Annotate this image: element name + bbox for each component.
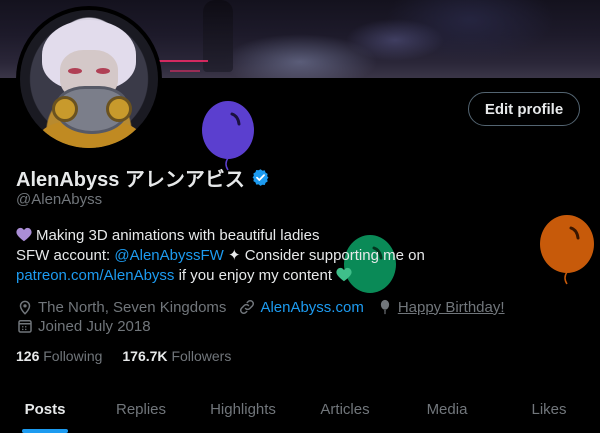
sfw-account-link[interactable]: @AlenAbyssFW bbox=[114, 247, 223, 264]
profile-avatar[interactable] bbox=[16, 6, 162, 152]
profile-bio: Making 3D animations with beautiful ladi… bbox=[16, 226, 486, 286]
avatar-eye bbox=[96, 68, 110, 74]
location-item: The North, Seven Kingdoms bbox=[16, 298, 226, 316]
banner-neon-line bbox=[170, 70, 200, 72]
profile-joined-row: Joined July 2018 bbox=[16, 317, 163, 335]
balloon-purple-icon bbox=[202, 101, 254, 171]
display-name: AlenAbyss アレンアビス bbox=[16, 169, 245, 191]
verified-badge-icon[interactable] bbox=[251, 168, 270, 187]
tab-likes[interactable]: Likes bbox=[498, 392, 600, 433]
user-handle: @AlenAbyss bbox=[16, 191, 103, 208]
tab-media[interactable]: Media bbox=[396, 392, 498, 433]
followers-stat[interactable]: 176.7K Followers bbox=[122, 348, 231, 364]
bio-line: SFW account: @AlenAbyssFW ✦ Consider sup… bbox=[16, 246, 486, 266]
birthday-item[interactable]: Happy Birthday! bbox=[376, 298, 505, 316]
profile-meta-row: The North, Seven Kingdoms AlenAbyss.com … bbox=[16, 298, 517, 316]
link-icon bbox=[240, 299, 255, 315]
following-count: 126 bbox=[16, 348, 40, 364]
bio-text: SFW account: bbox=[16, 247, 115, 264]
birthday-link[interactable]: Happy Birthday! bbox=[398, 299, 505, 316]
joined-text: Joined July 2018 bbox=[38, 317, 151, 335]
avatar-mask-filter bbox=[106, 96, 132, 122]
location-text: The North, Seven Kingdoms bbox=[38, 298, 227, 316]
profile-tabs: Posts Replies Highlights Articles Media … bbox=[0, 392, 600, 433]
bio-line: Making 3D animations with beautiful ladi… bbox=[16, 226, 486, 246]
tab-articles[interactable]: Articles bbox=[294, 392, 396, 433]
purple-heart-icon bbox=[16, 227, 32, 242]
bio-text: if you enjoy my content bbox=[174, 267, 337, 284]
joined-item: Joined July 2018 bbox=[16, 317, 151, 335]
followers-label: Followers bbox=[171, 348, 232, 364]
website-link[interactable]: AlenAbyss.com bbox=[260, 299, 363, 316]
following-stat[interactable]: 126 Following bbox=[16, 348, 102, 364]
following-label: Following bbox=[43, 348, 103, 364]
balloon-icon bbox=[380, 299, 389, 315]
follow-stats: 126 Following 176.7K Followers bbox=[16, 348, 231, 364]
website-item[interactable]: AlenAbyss.com bbox=[238, 298, 364, 316]
tab-posts[interactable]: Posts bbox=[0, 392, 90, 433]
avatar-mask-filter bbox=[52, 96, 78, 122]
balloon-orange-icon bbox=[540, 215, 594, 285]
bio-text: ✦ Consider supporting me on bbox=[223, 247, 425, 264]
patreon-link[interactable]: patreon.com/AlenAbyss bbox=[16, 267, 174, 284]
calendar-icon bbox=[18, 320, 32, 333]
followers-count: 176.7K bbox=[122, 348, 168, 364]
tab-highlights[interactable]: Highlights bbox=[192, 392, 294, 433]
bio-line: patreon.com/AlenAbyss if you enjoy my co… bbox=[16, 266, 486, 286]
location-icon bbox=[19, 300, 31, 315]
green-heart-icon bbox=[336, 267, 352, 282]
display-name-row: AlenAbyss アレンアビス bbox=[16, 163, 270, 192]
edit-profile-button[interactable]: Edit profile bbox=[468, 92, 580, 126]
bio-text: Making 3D animations with beautiful ladi… bbox=[36, 227, 320, 244]
avatar-eye bbox=[68, 68, 82, 74]
tab-replies[interactable]: Replies bbox=[90, 392, 192, 433]
